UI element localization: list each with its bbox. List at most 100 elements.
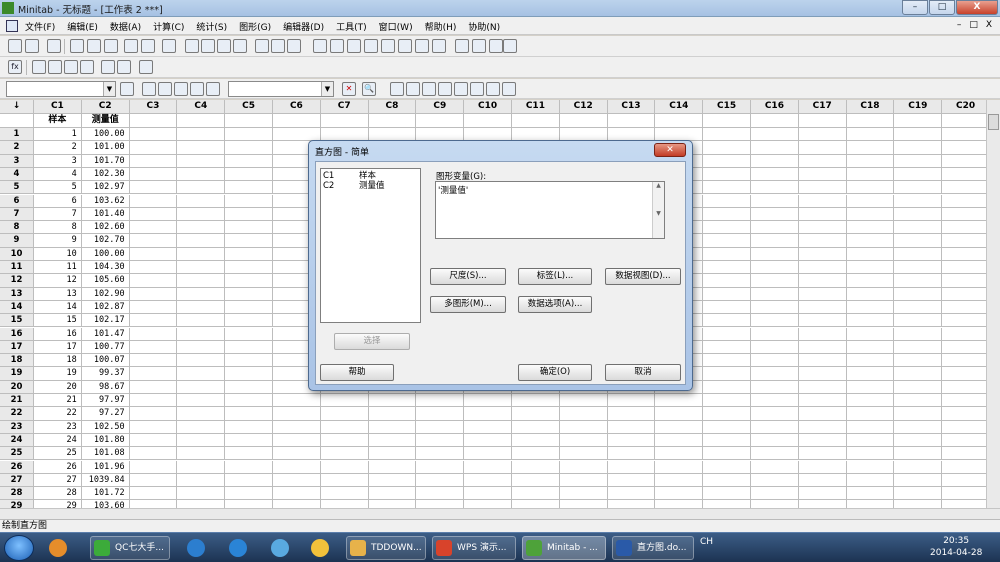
table-cell[interactable] [846,221,895,235]
table-cell[interactable] [129,167,178,182]
horizontal-scrollbar[interactable] [0,508,1000,519]
table-cell[interactable] [894,221,943,235]
table-cell[interactable]: 23 [34,420,82,434]
table-cell[interactable] [177,181,226,195]
table-cell[interactable] [751,420,799,434]
column-header[interactable]: C15 [703,100,751,114]
table-cell[interactable] [894,380,943,394]
table-cell[interactable] [273,407,321,421]
menu-tools[interactable]: 工具(T) [336,20,367,33]
table-cell[interactable] [703,154,751,168]
table-cell[interactable] [129,367,178,381]
table-cell[interactable]: 97.27 [81,407,130,421]
table-cell[interactable]: 102.50 [81,420,130,434]
table-cell[interactable] [177,380,226,394]
table-cell[interactable] [942,434,986,448]
table-cell[interactable] [225,274,273,288]
table-cell[interactable] [607,487,656,501]
table-cell[interactable] [177,234,226,248]
table-cell[interactable] [416,500,465,508]
table-cell[interactable]: 102.17 [81,314,130,328]
table-cell[interactable] [942,141,986,155]
table-cell[interactable] [751,181,799,195]
table-cell[interactable] [559,394,608,408]
table-cell[interactable] [751,274,799,288]
table-cell[interactable] [559,433,608,448]
table-cell[interactable] [751,287,799,301]
table-cell[interactable] [799,500,847,508]
table-cell[interactable] [225,154,273,168]
taskbar-app-tddown[interactable]: TDDOWN... [346,536,426,560]
table-cell[interactable] [751,167,799,182]
table-cell[interactable] [225,128,273,142]
table-cell[interactable] [560,500,608,508]
table-cell[interactable]: 27 [34,473,82,488]
column-header[interactable]: C10 [464,100,512,114]
layout-icon-1[interactable] [455,39,469,53]
table-cell[interactable] [751,487,799,501]
table-cell[interactable] [846,274,895,288]
disabled-tool-icon[interactable] [117,60,131,74]
table-cell[interactable]: 104.30 [81,261,130,275]
table-cell[interactable] [703,167,751,182]
row-header[interactable]: 12 [0,274,34,288]
table-cell[interactable] [846,460,895,474]
marker-tool-icon[interactable] [470,82,484,96]
table-cell[interactable] [512,394,560,408]
table-cell[interactable] [751,128,799,142]
table-cell[interactable] [703,420,751,434]
table-cell[interactable] [894,340,943,355]
table-cell[interactable] [894,234,943,248]
table-cell[interactable] [798,340,847,355]
table-cell[interactable] [751,473,799,488]
table-cell[interactable] [464,500,512,508]
table-cell[interactable] [894,247,943,261]
table-cell[interactable] [703,300,751,315]
text-tool-icon[interactable] [406,82,420,96]
data-view-button[interactable]: 数据视图(D)... [605,268,681,285]
table-cell[interactable] [942,487,986,501]
row-header[interactable]: 24 [0,433,34,448]
taskbar-app-wps[interactable]: WPS 演示... [432,536,516,560]
table-cell[interactable]: 26 [34,460,82,474]
table-cell[interactable] [846,181,895,195]
row-header[interactable]: 20 [0,380,34,394]
table-cell[interactable] [894,367,943,381]
table-cell[interactable] [225,261,273,275]
row-header[interactable]: 29 [0,500,34,508]
table-cell[interactable]: 1039.84 [81,473,130,488]
table-cell[interactable] [942,367,986,381]
table-cell[interactable] [846,447,895,461]
table-cell[interactable]: 13 [34,287,82,301]
table-cell[interactable] [894,287,943,301]
table-cell[interactable] [225,340,273,355]
table-cell[interactable] [751,327,799,341]
table-cell[interactable] [846,314,895,328]
brush-tool-icon[interactable] [158,82,172,96]
multiple-graphs-button[interactable]: 多图形(M)... [430,296,506,313]
table-cell[interactable]: 98.67 [81,380,130,394]
find-replace-icon[interactable] [233,39,247,53]
row-header[interactable]: 14 [0,300,34,315]
table-cell[interactable] [942,248,986,261]
row-header[interactable]: 9 [0,234,34,248]
column-name[interactable]: 样本 [34,114,82,128]
table-cell[interactable]: 19 [34,367,82,381]
table-cell[interactable] [798,327,847,341]
table-cell[interactable] [894,141,943,155]
column-name[interactable] [655,114,704,128]
column-name[interactable] [559,114,608,128]
table-cell[interactable] [129,433,178,448]
table-cell[interactable] [942,394,986,408]
table-cell[interactable] [942,274,986,288]
table-cell[interactable] [177,287,226,301]
table-cell[interactable]: 15 [34,314,82,328]
table-cell[interactable] [942,421,986,434]
table-cell[interactable] [703,128,751,142]
table-cell[interactable] [942,328,986,341]
rectangle-tool-icon[interactable] [422,82,436,96]
table-cell[interactable] [129,181,178,195]
table-cell[interactable] [751,141,799,155]
table-cell[interactable] [177,327,226,341]
table-cell[interactable] [129,340,178,355]
